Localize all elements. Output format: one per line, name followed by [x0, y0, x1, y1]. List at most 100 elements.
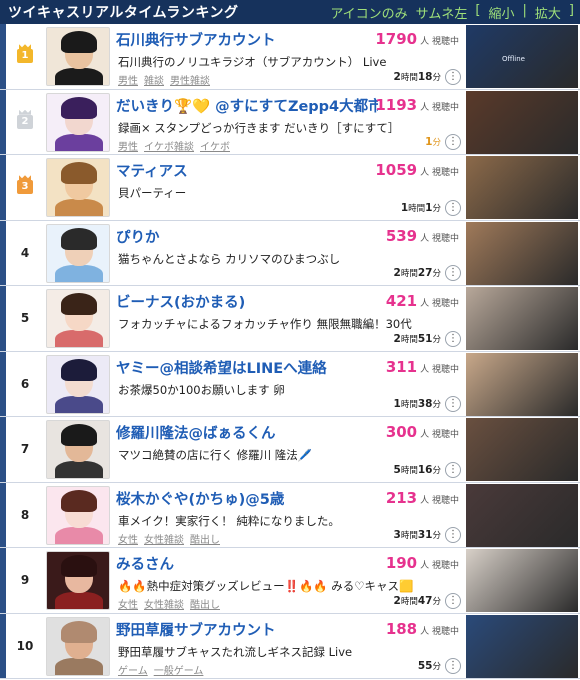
stream-thumbnail[interactable]	[466, 549, 578, 612]
category-tag[interactable]: 雑談	[144, 72, 164, 87]
viewer-unit: 人 視聴中	[420, 102, 459, 113]
broadcaster-name-link[interactable]: ヤミー@相談希望はLINEへ連絡	[116, 357, 327, 378]
viewer-count: 190 人 視聴中	[386, 554, 459, 572]
broadcaster-name-link[interactable]: 野田草履サブアカウント	[116, 619, 276, 640]
rank-number: 9	[20, 573, 30, 588]
category-tag[interactable]: 酷出し	[190, 531, 220, 546]
more-options-icon[interactable]: ⋮	[445, 330, 461, 347]
stream-thumbnail[interactable]	[466, 156, 578, 219]
stream-thumbnail[interactable]	[466, 418, 578, 481]
stream-duration: 2時間18分	[393, 70, 441, 83]
ranking-row[interactable]: 4 ぴりか 539 人 視聴中 猫ちゃんとさよなら カリソマのひまつぶし 2時間…	[0, 220, 580, 286]
ranking-row[interactable]: 2 だいきり🏆💛 @すにすてZepp4大都市ツ 1193 人 視聴中 録画× ス…	[0, 89, 580, 155]
category-tag[interactable]: 酷出し	[190, 596, 220, 611]
stream-title: マツコ絶賛の店に行く 修羅川 隆法🖊️	[118, 448, 313, 462]
more-options-icon[interactable]: ⋮	[445, 396, 461, 412]
ranking-row[interactable]: 5 ビーナス(おかまる) 421 人 視聴中 フォカッチャによるフォカッチャ作り…	[0, 286, 580, 352]
broadcaster-name-link[interactable]: 修羅川隆法@ばぁるくん	[116, 422, 276, 443]
more-options-icon[interactable]: ⋮	[445, 658, 461, 674]
category-tag[interactable]: イケボ雑談	[144, 138, 194, 153]
stream-duration: 2時間47分	[393, 594, 441, 607]
avatar[interactable]	[46, 616, 110, 676]
stream-thumbnail[interactable]	[466, 483, 578, 547]
avatar[interactable]	[46, 551, 110, 610]
more-options-icon[interactable]: ⋮	[445, 461, 461, 478]
broadcaster-name-link[interactable]: ぴりか	[116, 226, 160, 247]
stream-title: 石川典行のノリユキラジオ（サブアカウント） Live	[118, 55, 387, 69]
category-tag[interactable]: 女性	[118, 531, 138, 546]
more-options-icon[interactable]: ⋮	[445, 199, 461, 216]
category-tag[interactable]: 男性雑談	[170, 72, 210, 87]
stream-title: 録画× スタンプどっか行きます だいきり［すにすて］	[118, 120, 400, 135]
avatar[interactable]	[46, 27, 110, 86]
stream-thumbnail[interactable]: Offline	[466, 25, 578, 88]
viewer-count: 1059 人 視聴中	[375, 161, 459, 179]
avatar[interactable]	[46, 420, 110, 479]
ranking-row[interactable]: 7 修羅川隆法@ばぁるくん 300 人 視聴中 マツコ絶賛の店に行く 修羅川 隆…	[0, 417, 580, 483]
viewer-unit: 人 視聴中	[420, 37, 459, 47]
broadcaster-name-link[interactable]: みるさん	[116, 553, 174, 574]
icon-only-toggle[interactable]: アイコンのみ	[330, 3, 407, 22]
avatar[interactable]	[46, 354, 110, 414]
thumb-left-toggle[interactable]: サムネ左	[416, 3, 468, 22]
stream-info: マティアス 1059 人 視聴中 貝パーティー 1時間1分 ⋮	[116, 155, 463, 220]
stream-title: 野田草履サブキャスたれ流しギネス記録 Live	[118, 644, 353, 659]
more-options-icon[interactable]: ⋮	[445, 265, 461, 281]
avatar[interactable]	[46, 223, 110, 283]
stream-thumbnail[interactable]	[466, 221, 578, 285]
ranking-row[interactable]: 9 みるさん 190 人 視聴中 🔥🔥熱中症対策グッズレビュー‼️🔥🔥 みる♡キ…	[0, 548, 580, 614]
category-tag[interactable]: イケボ	[200, 138, 230, 153]
avatar[interactable]	[46, 485, 110, 545]
broadcaster-name-link[interactable]: ビーナス(おかまる)	[116, 291, 245, 312]
ranking-row[interactable]: 1 石川典行サブアカウント 1790 人 視聴中 石川典行のノリユキラジオ（サブ…	[0, 24, 580, 90]
viewer-number: 300	[385, 423, 418, 441]
viewer-count: 300 人 視聴中	[386, 423, 459, 441]
stream-info: 修羅川隆法@ばぁるくん 300 人 視聴中 マツコ絶賛の店に行く 修羅川 隆法🖊…	[116, 417, 463, 482]
viewer-unit: 人 視聴中	[420, 430, 459, 440]
viewer-count: 539 人 視聴中	[386, 227, 459, 245]
category-tag[interactable]: 男性	[118, 138, 138, 153]
avatar[interactable]	[46, 92, 110, 152]
viewer-count: 421 人 視聴中	[386, 292, 459, 310]
ranking-row[interactable]: 3 マティアス 1059 人 視聴中 貝パーティー 1時間1分 ⋮	[0, 155, 580, 221]
avatar[interactable]	[46, 158, 110, 217]
ranking-row[interactable]: 6 ヤミー@相談希望はLINEへ連絡 311 人 視聴中 お茶爆50か100お願…	[0, 351, 580, 417]
rank-cell: 2	[6, 90, 44, 155]
stream-title: 🔥🔥熱中症対策グッズレビュー‼️🔥🔥 みる♡キャス🟨	[118, 579, 414, 593]
more-options-icon[interactable]: ⋮	[445, 527, 461, 543]
category-tag[interactable]: 男性	[118, 72, 138, 87]
expand-toggle[interactable]: 拡大	[535, 3, 561, 22]
stream-thumbnail[interactable]	[466, 614, 578, 678]
viewer-number: 1790	[375, 30, 418, 48]
category-tag[interactable]: 女性雑談	[144, 531, 184, 546]
rank-number: 10	[16, 638, 34, 653]
more-options-icon[interactable]: ⋮	[445, 134, 461, 150]
viewer-count: 213 人 視聴中	[386, 489, 459, 507]
category-tag[interactable]: ゲーム	[118, 662, 148, 677]
viewer-count: 311 人 視聴中	[386, 358, 459, 376]
viewer-number: 539	[385, 226, 418, 245]
category-tags: 女性 女性雑談 酷出し	[118, 596, 220, 611]
stream-info: 桜木かぐや(かちゅ)@5歳 213 人 視聴中 車メイク！実家行く！ 純粋になり…	[116, 483, 463, 548]
stream-thumbnail[interactable]	[466, 352, 578, 416]
broadcaster-name-link[interactable]: 桜木かぐや(かちゅ)@5歳	[116, 488, 284, 509]
stream-thumbnail[interactable]	[466, 287, 578, 350]
avatar[interactable]	[46, 289, 110, 348]
category-tag[interactable]: 一般ゲーム	[154, 662, 204, 677]
category-tag[interactable]: 女性雑談	[144, 596, 184, 611]
ranking-row[interactable]: 8 桜木かぐや(かちゅ)@5歳 213 人 視聴中 車メイク！実家行く！ 純粋に…	[0, 482, 580, 548]
broadcaster-name-link[interactable]: 石川典行サブアカウント	[116, 29, 276, 50]
broadcaster-name-link[interactable]: マティアス	[116, 160, 188, 181]
category-tag[interactable]: 女性	[118, 596, 138, 611]
more-options-icon[interactable]: ⋮	[445, 592, 461, 609]
stream-thumbnail[interactable]	[466, 90, 578, 154]
viewer-number: 1193	[375, 95, 418, 114]
shrink-toggle[interactable]: 縮小	[489, 3, 515, 22]
broadcaster-name-link[interactable]: だいきり🏆💛 @すにすてZepp4大都市ツ	[116, 95, 378, 116]
stream-title: お茶爆50か100お願いします 卵	[118, 382, 285, 397]
more-options-icon[interactable]: ⋮	[445, 68, 461, 85]
viewer-number: 311	[385, 357, 418, 376]
ranking-row[interactable]: 10 野田草履サブアカウント 188 人 視聴中 野田草履サブキャスたれ流しギネ…	[0, 613, 580, 679]
rank-cell: 7	[6, 417, 44, 482]
category-tags: ゲーム 一般ゲーム	[118, 662, 203, 677]
